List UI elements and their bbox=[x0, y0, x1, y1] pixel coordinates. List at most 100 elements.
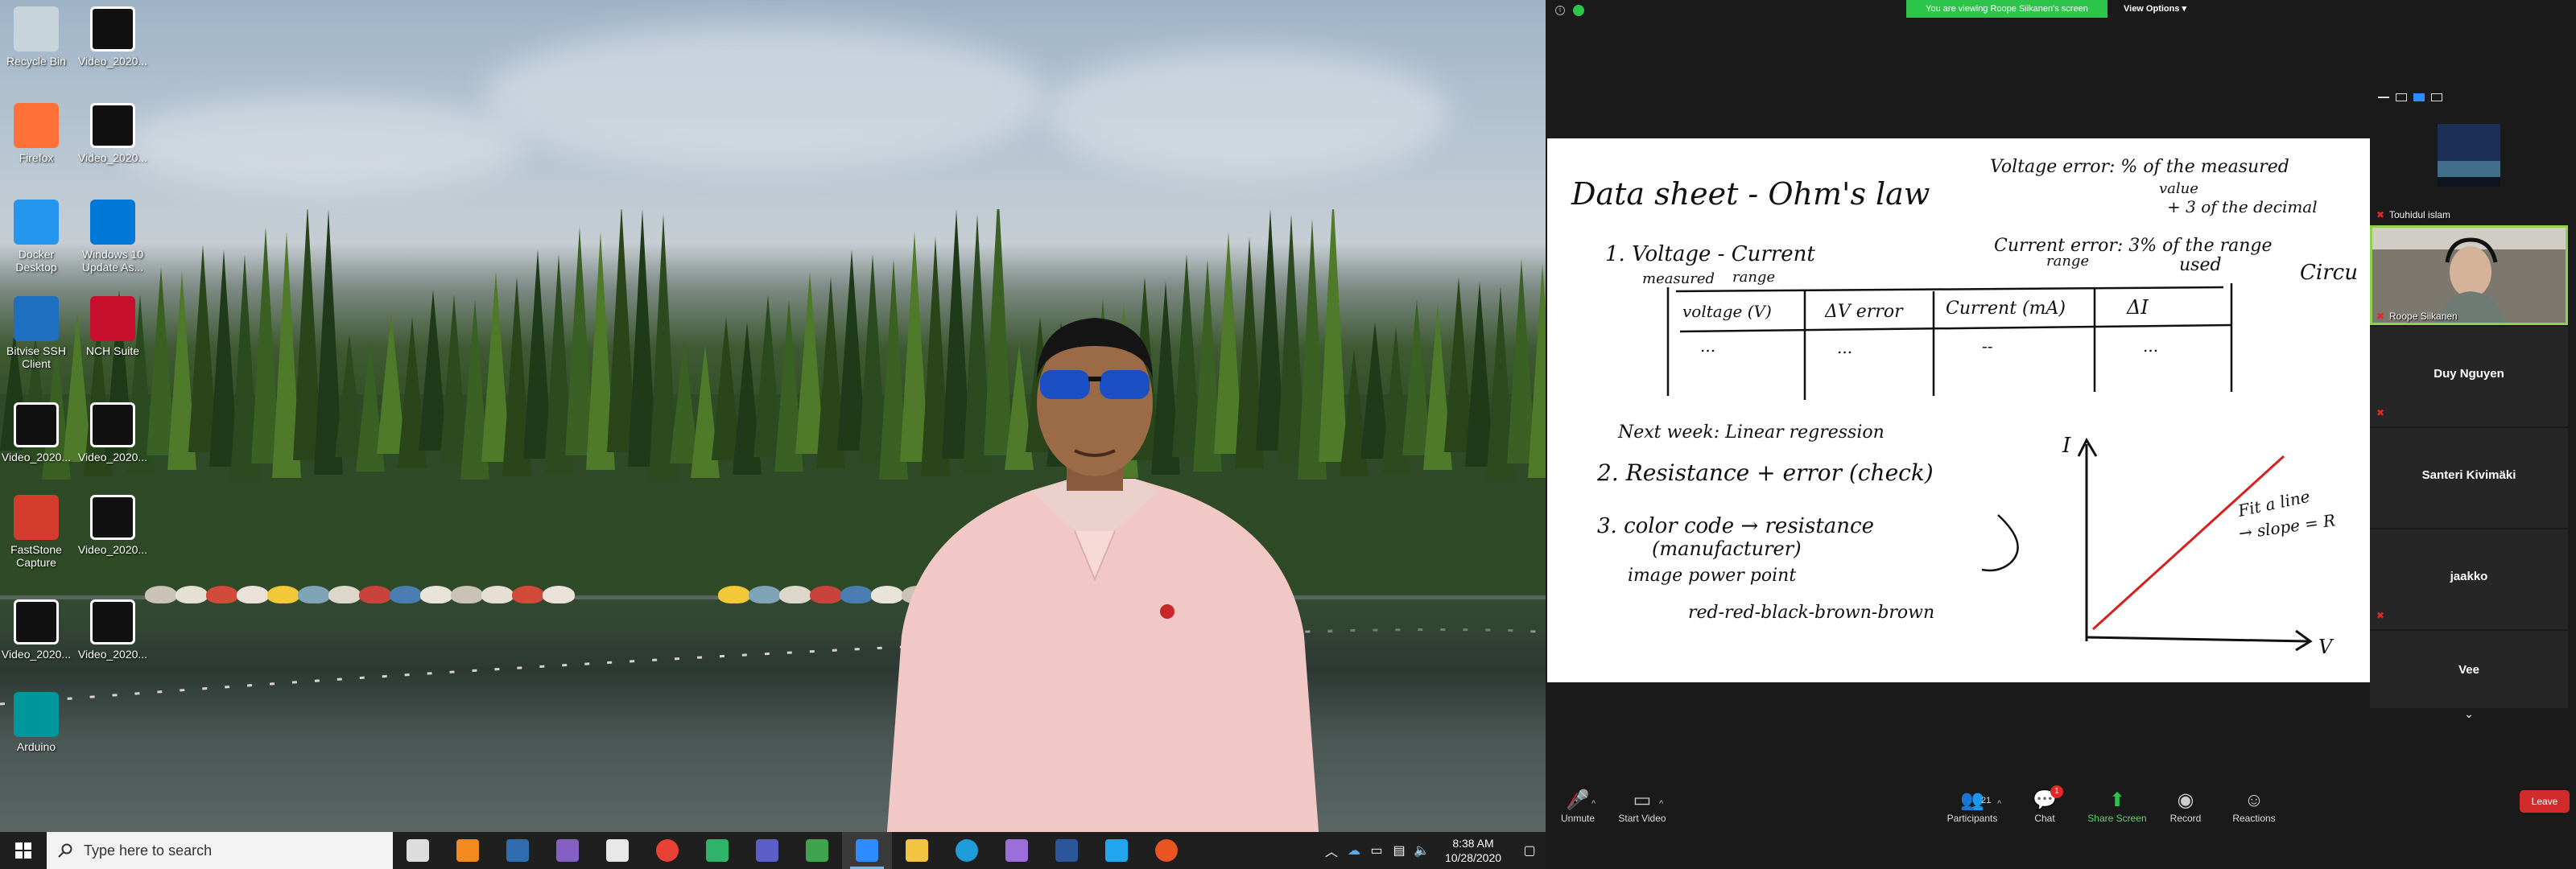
boat bbox=[359, 586, 391, 603]
taskbar-app[interactable] bbox=[792, 832, 842, 869]
participant-tile[interactable]: jaakko ✖ bbox=[2370, 529, 2568, 629]
taskbar-app[interactable] bbox=[842, 832, 892, 869]
record-button[interactable]: ◉ Record bbox=[2149, 789, 2222, 824]
desktop-icon[interactable]: Bitvise SSH Client bbox=[0, 296, 72, 370]
participants-button[interactable]: 👥 21 ^ Participants bbox=[1936, 789, 2008, 824]
mic-muted-icon: 🎤 ⁄ ^ bbox=[1542, 789, 1614, 813]
desktop: Recycle Bin Video_2020... Firefox Video_202… bbox=[0, 0, 1546, 869]
participant-tile[interactable]: Vee bbox=[2370, 631, 2568, 708]
desktop-icon[interactable]: Video_2020... bbox=[0, 599, 72, 661]
desktop-icon[interactable]: NCH Suite bbox=[76, 296, 149, 357]
share-screen-button[interactable]: ⬆ Share Screen bbox=[2081, 789, 2153, 824]
wb-color-code: red-red-black-brown-brown bbox=[1688, 603, 1934, 623]
scroll-down-chevron-icon[interactable]: ⌄ bbox=[2370, 708, 2568, 721]
firefox-icon bbox=[14, 103, 59, 148]
docker-icon bbox=[14, 200, 59, 245]
thumbnail-view-icon[interactable] bbox=[2396, 93, 2407, 101]
taskbar-app[interactable] bbox=[942, 832, 992, 869]
boat bbox=[267, 586, 299, 603]
zoom-top-bar: i You are viewing Roope Siikanen's scree… bbox=[1546, 0, 2576, 18]
clock-date: 10/28/2020 bbox=[1444, 851, 1502, 864]
boat bbox=[543, 586, 575, 603]
desktop-icon[interactable]: Recycle Bin bbox=[0, 6, 72, 68]
participant-tile[interactable]: Santeri Kivimäki bbox=[2370, 428, 2568, 528]
taskbar-app[interactable] bbox=[543, 832, 592, 869]
chrome-icon bbox=[656, 839, 679, 862]
taskbar-app[interactable] bbox=[742, 832, 792, 869]
desktop-icon[interactable]: Video_2020... bbox=[76, 402, 149, 463]
chat-badge: 1 bbox=[2050, 785, 2063, 798]
taskbar: Type here to search ︿ ☁ ▭ ▤ 🔈 8:38 AM 10… bbox=[0, 832, 1546, 869]
desktop-icon[interactable]: Windows 10 Update As... bbox=[76, 200, 149, 274]
taskbar-app[interactable] bbox=[1141, 832, 1191, 869]
taskbar-clock[interactable]: 8:38 AM 10/28/2020 bbox=[1433, 836, 1513, 865]
battery-icon[interactable]: ▭ bbox=[1365, 842, 1388, 859]
taskbar-app[interactable] bbox=[393, 832, 443, 869]
taskbar-app[interactable] bbox=[1092, 832, 1141, 869]
taskbar-app[interactable] bbox=[892, 832, 942, 869]
desktop-icon[interactable]: Video_2020... bbox=[76, 599, 149, 661]
chevron-up-icon[interactable]: ^ bbox=[1591, 792, 1596, 816]
desktop-icon[interactable]: Video_2020... bbox=[76, 6, 149, 68]
video-file-icon bbox=[90, 495, 135, 540]
chevron-up-icon[interactable]: ︿ bbox=[1320, 841, 1343, 860]
minimize-view-icon[interactable] bbox=[2378, 97, 2389, 98]
notification-icon[interactable]: ▢ bbox=[1513, 842, 1546, 859]
desktop-icon-label: Arduino bbox=[16, 740, 56, 753]
video-file-icon bbox=[90, 6, 135, 51]
desktop-icon[interactable]: Video_2020... bbox=[76, 103, 149, 164]
network-icon[interactable]: ▤ bbox=[1388, 842, 1410, 859]
search-placeholder: Type here to search bbox=[84, 842, 213, 859]
wb-fit-line bbox=[2091, 455, 2285, 631]
boat bbox=[206, 586, 238, 603]
boat bbox=[390, 586, 422, 603]
desktop-icon[interactable]: Docker Desktop bbox=[0, 200, 72, 274]
wb-table-header-4: ΔI bbox=[2126, 296, 2149, 319]
sticky-app-icon bbox=[456, 839, 479, 862]
desktop-icon[interactable]: Video_2020... bbox=[76, 495, 149, 556]
desktop-icon[interactable]: Arduino bbox=[0, 692, 72, 753]
participant-tile[interactable]: Duy Nguyen ✖ bbox=[2370, 327, 2568, 426]
desktop-icon[interactable]: Video_2020... bbox=[0, 402, 72, 463]
gallery-view-icon[interactable] bbox=[2431, 93, 2442, 101]
desktop-icon-label: Video_2020... bbox=[77, 543, 148, 556]
chevron-up-icon[interactable]: ^ bbox=[1997, 792, 2001, 816]
view-options-dropdown[interactable]: View Options ▾ bbox=[2124, 0, 2186, 18]
info-icon[interactable]: i bbox=[1555, 6, 1565, 15]
desktop-icon-label: Video_2020... bbox=[1, 451, 72, 463]
word-icon bbox=[1055, 839, 1078, 862]
speaker-view-icon[interactable] bbox=[2413, 93, 2425, 101]
ubuntu-icon bbox=[1155, 839, 1178, 862]
taskbar-app[interactable] bbox=[592, 832, 642, 869]
wb-table-header-2: ΔV error bbox=[1824, 302, 1904, 322]
taskbar-app[interactable] bbox=[692, 832, 742, 869]
mic-muted-icon: ✖ bbox=[2376, 610, 2385, 621]
desktop-icon-label: Bitvise SSH Client bbox=[6, 344, 66, 370]
onedrive-icon[interactable]: ☁ bbox=[1343, 842, 1365, 859]
volume-icon[interactable]: 🔈 bbox=[1410, 842, 1433, 859]
taskbar-app[interactable] bbox=[493, 832, 543, 869]
wb-table-cell-2: ... bbox=[1837, 338, 1852, 357]
wb-item1: 1. Voltage - Current bbox=[1605, 242, 1815, 266]
taskbar-app[interactable] bbox=[992, 832, 1042, 869]
taskbar-app[interactable] bbox=[443, 832, 493, 869]
taskbar-app[interactable] bbox=[642, 832, 692, 869]
participant-tile[interactable]: ✖ Roope Siikanen bbox=[2370, 225, 2568, 325]
chevron-up-icon[interactable]: ^ bbox=[1659, 792, 1663, 816]
taskbar-app[interactable] bbox=[1042, 832, 1092, 869]
desktop-icon[interactable]: FastStone Capture bbox=[0, 495, 72, 569]
chat-button[interactable]: 💬 1 Chat bbox=[2008, 785, 2081, 824]
video-file-icon bbox=[90, 402, 135, 447]
start-button[interactable] bbox=[0, 832, 47, 869]
wb-title: Data sheet - Ohm's law bbox=[1571, 176, 1930, 212]
desktop-icon[interactable]: Firefox bbox=[0, 103, 72, 164]
participant-tile[interactable]: ✖ Touhidul islam bbox=[2370, 124, 2568, 224]
taskbar-search-box[interactable]: Type here to search bbox=[47, 832, 393, 869]
start-video-button[interactable]: ▭ ^ Start Video bbox=[1606, 789, 1678, 824]
encryption-shield-icon[interactable] bbox=[1573, 5, 1584, 16]
wb-image-pp: image power point bbox=[1628, 566, 1796, 586]
leave-button[interactable]: Leave bbox=[2520, 790, 2570, 813]
reactions-button[interactable]: ☺ Reactions bbox=[2218, 789, 2290, 824]
mic-muted-icon: ✖ bbox=[2376, 311, 2385, 322]
unmute-button[interactable]: 🎤 ⁄ ^ Unmute bbox=[1542, 789, 1614, 824]
